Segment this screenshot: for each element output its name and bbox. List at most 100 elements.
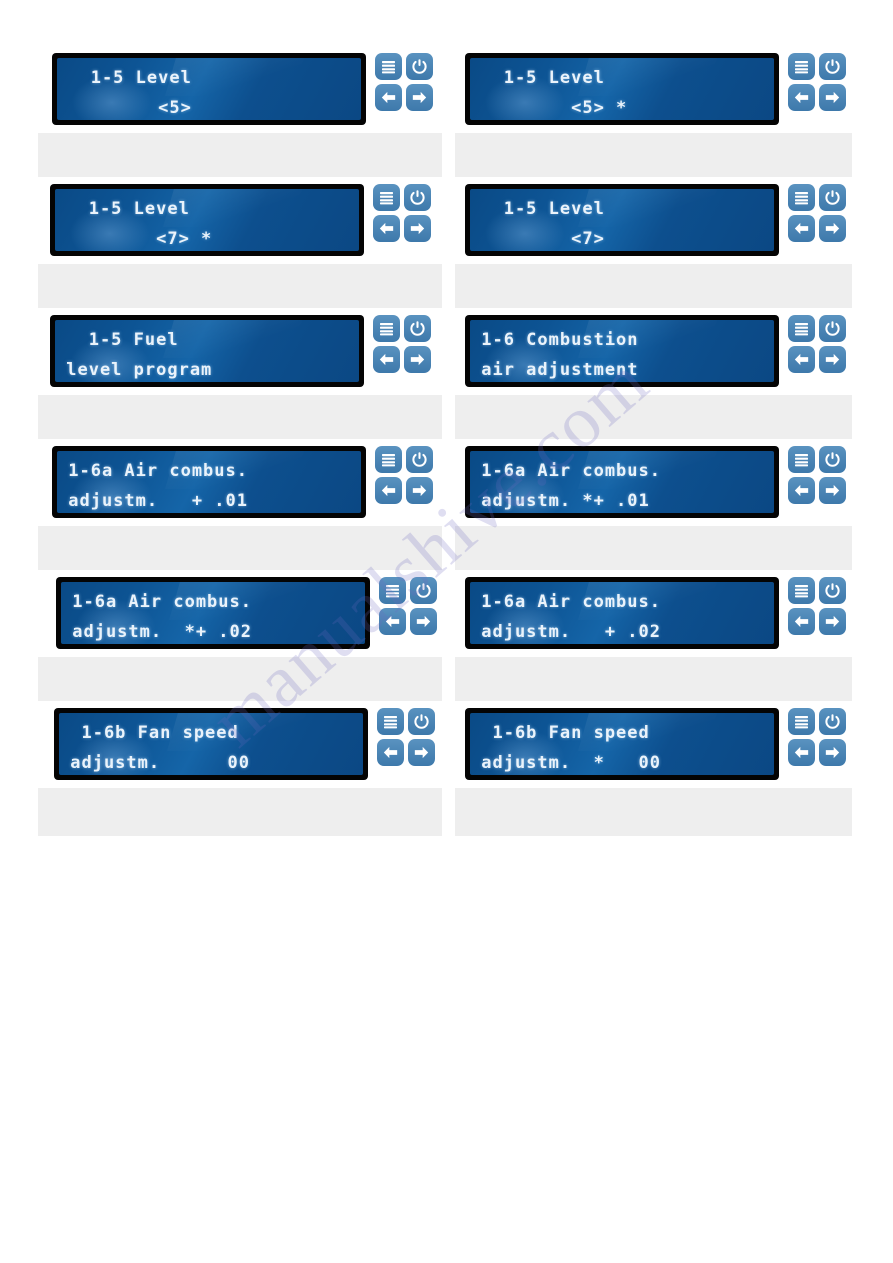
left-arrow-button[interactable] <box>373 346 400 373</box>
right-arrow-button[interactable] <box>404 215 431 242</box>
left-arrow-button[interactable] <box>375 84 402 111</box>
lcd-bezel: 1-6a Air combus. adjustm. + .02 <box>465 577 779 649</box>
power-button[interactable] <box>819 184 846 211</box>
right-arrow-button[interactable] <box>819 84 846 111</box>
power-button[interactable] <box>819 446 846 473</box>
panel-spacer <box>38 395 442 439</box>
lcd-panel: 1-6a Air combus. adjustm. + .01 <box>38 439 442 570</box>
power-icon <box>824 58 841 75</box>
panel-spacer <box>38 788 442 832</box>
lcd-line-2: level program <box>55 360 213 380</box>
panel-spacer <box>455 526 852 570</box>
menu-button[interactable] <box>788 184 815 211</box>
right-arrow-button[interactable] <box>406 477 433 504</box>
panel-spacer <box>455 657 852 701</box>
power-button[interactable] <box>406 53 433 80</box>
right-arrow-button[interactable] <box>819 608 846 635</box>
control-keypad <box>373 184 431 242</box>
lcd-line-2: adjustm. 00 <box>59 753 250 773</box>
lcd-line-1: 1-6b Fan speed <box>59 723 239 743</box>
panel-spacer <box>455 395 852 439</box>
lcd-line-1: 1-6a Air combus. <box>470 592 661 612</box>
lcd-screen: 1-6a Air combus. adjustm. *+ .02 <box>61 582 365 644</box>
lcd-panel: 1-6b Fan speed adjustm. 00 <box>38 701 442 832</box>
right-arrow-button[interactable] <box>408 739 435 766</box>
arrow-left-icon <box>793 221 810 236</box>
power-button[interactable] <box>819 53 846 80</box>
arrow-left-icon <box>382 745 399 760</box>
lcd-panel: 1-6a Air combus. adjustm. *+ .01 <box>455 439 852 570</box>
left-arrow-button[interactable] <box>375 477 402 504</box>
panel-spacer <box>455 264 852 308</box>
power-button[interactable] <box>406 446 433 473</box>
lcd-line-1: 1-6 Combustion <box>470 330 639 350</box>
lcd-text: 1-5 Fuel level program <box>55 320 359 382</box>
power-button[interactable] <box>404 315 431 342</box>
lcd-line-1: 1-5 Level <box>470 199 605 219</box>
right-arrow-button[interactable] <box>819 739 846 766</box>
left-arrow-button[interactable] <box>788 608 815 635</box>
arrow-left-icon <box>378 352 395 367</box>
controller-card: 1-6a Air combus. adjustm. *+ .01 <box>455 439 852 526</box>
left-arrow-button[interactable] <box>788 346 815 373</box>
right-arrow-button[interactable] <box>406 84 433 111</box>
power-button[interactable] <box>404 184 431 211</box>
menu-button[interactable] <box>788 577 815 604</box>
power-button[interactable] <box>408 708 435 735</box>
left-arrow-button[interactable] <box>377 739 404 766</box>
left-arrow-button[interactable] <box>788 477 815 504</box>
menu-button[interactable] <box>788 708 815 735</box>
menu-button[interactable] <box>375 53 402 80</box>
right-arrow-button[interactable] <box>819 215 846 242</box>
power-button[interactable] <box>819 708 846 735</box>
controller-card: 1-6 Combustion air adjustment <box>455 308 852 395</box>
lcd-bezel: 1-5 Level <7> * <box>50 184 364 256</box>
controller-card: 1-5 Level <5> * <box>455 46 852 133</box>
right-arrow-button[interactable] <box>819 346 846 373</box>
right-arrow-button[interactable] <box>404 346 431 373</box>
power-button[interactable] <box>410 577 437 604</box>
power-icon <box>824 451 841 468</box>
menu-icon <box>794 60 809 74</box>
control-keypad <box>788 315 846 373</box>
menu-button[interactable] <box>788 446 815 473</box>
arrow-left-icon <box>378 221 395 236</box>
left-arrow-button[interactable] <box>788 739 815 766</box>
left-arrow-button[interactable] <box>379 608 406 635</box>
left-arrow-button[interactable] <box>788 84 815 111</box>
power-button[interactable] <box>819 315 846 342</box>
arrow-right-icon <box>411 90 428 105</box>
control-keypad <box>788 53 846 111</box>
menu-button[interactable] <box>377 708 404 735</box>
menu-icon <box>794 584 809 598</box>
menu-button[interactable] <box>373 184 400 211</box>
menu-button[interactable] <box>788 315 815 342</box>
controller-card: 1-6a Air combus. adjustm. + .02 <box>455 570 852 657</box>
lcd-bezel: 1-6a Air combus. adjustm. *+ .01 <box>465 446 779 518</box>
power-icon <box>409 320 426 337</box>
lcd-text: 1-5 Level <7> <box>470 189 774 251</box>
menu-button[interactable] <box>379 577 406 604</box>
controller-card: 1-6b Fan speed adjustm. * 00 <box>455 701 852 788</box>
arrow-left-icon <box>793 614 810 629</box>
arrow-left-icon <box>384 614 401 629</box>
arrow-left-icon <box>380 483 397 498</box>
right-arrow-button[interactable] <box>819 477 846 504</box>
left-arrow-button[interactable] <box>788 215 815 242</box>
lcd-panel: 1-6 Combustion air adjustment <box>455 308 852 439</box>
power-button[interactable] <box>819 577 846 604</box>
menu-button[interactable] <box>373 315 400 342</box>
menu-button[interactable] <box>375 446 402 473</box>
left-arrow-button[interactable] <box>373 215 400 242</box>
lcd-panel: 1-5 Level <5> <box>38 46 442 177</box>
menu-icon <box>379 322 394 336</box>
power-icon <box>824 582 841 599</box>
lcd-line-2: <5> <box>57 98 192 118</box>
right-arrow-button[interactable] <box>410 608 437 635</box>
menu-button[interactable] <box>788 53 815 80</box>
lcd-text: 1-6a Air combus. adjustm. + .01 <box>57 451 361 513</box>
lcd-line-2: <7> * <box>55 229 213 249</box>
lcd-text: 1-6a Air combus. adjustm. *+ .01 <box>470 451 774 513</box>
lcd-text: 1-5 Level <7> * <box>55 189 359 251</box>
panel-spacer <box>455 788 852 832</box>
